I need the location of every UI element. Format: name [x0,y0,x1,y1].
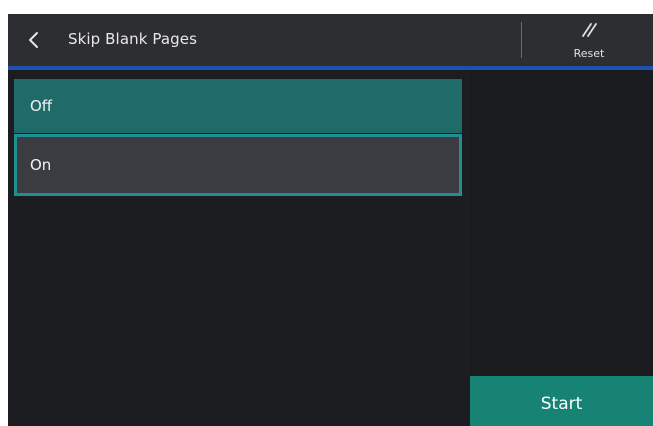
option-label: On [30,156,52,174]
start-button[interactable]: Start [470,376,653,426]
reset-button[interactable]: Reset [552,18,626,64]
screen: Skip Blank Pages Reset Off On Start [8,14,653,426]
option-label: Off [30,97,53,115]
option-list: Off On [8,70,470,426]
back-button[interactable] [22,27,48,53]
page-title: Skip Blank Pages [68,30,198,48]
header-bar: Skip Blank Pages Reset [8,14,653,66]
header-divider [521,22,522,58]
reset-icon [582,23,597,37]
option-off[interactable]: Off [14,79,462,133]
reset-label: Reset [573,47,605,60]
chevron-left-icon [29,32,38,48]
option-on[interactable]: On [14,134,462,196]
side-panel [470,70,653,426]
